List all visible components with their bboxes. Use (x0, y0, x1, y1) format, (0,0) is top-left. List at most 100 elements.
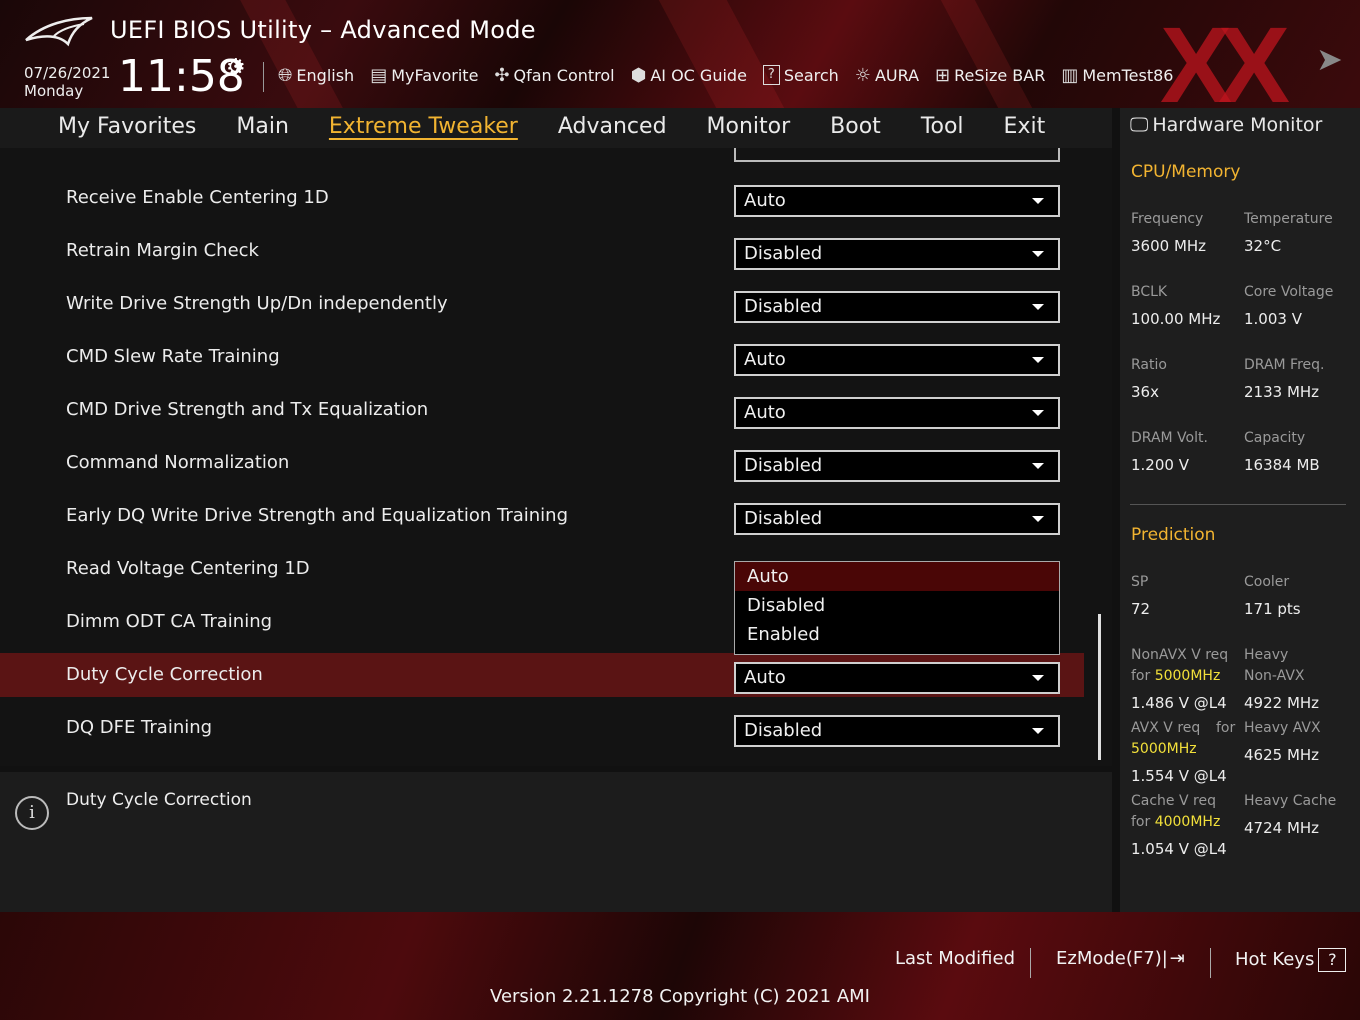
setting-row[interactable]: Command Normalization Disabled (0, 441, 1084, 485)
footer-bar: Last Modified EzMode(F7)| ⇥ Hot Keys? Ver… (0, 912, 1360, 1020)
hardware-monitor-panel: 🖵︎ Hardware Monitor CPU/Memory Frequency… (1120, 108, 1360, 912)
ai-chip-icon: ⬢ (630, 64, 647, 86)
chevron-down-icon (1032, 410, 1044, 416)
myfavorite-button[interactable]: ▤ MyFavorite (370, 65, 478, 86)
dropdown-option[interactable]: Auto (735, 562, 1059, 591)
setting-select[interactable]: Disabled (734, 238, 1060, 270)
last-modified-button[interactable]: Last Modified (895, 948, 1015, 969)
capacity-value: 16384 MB (1244, 456, 1320, 474)
setting-select[interactable]: Auto (734, 397, 1060, 429)
setting-label: CMD Slew Rate Training (66, 346, 280, 367)
setting-row[interactable]: CMD Slew Rate Training Auto (0, 335, 1084, 379)
setting-select[interactable]: Disabled (734, 450, 1060, 482)
ai-oc-guide-button[interactable]: ⬢ AI OC Guide (631, 65, 747, 86)
app-title: UEFI BIOS Utility – Advanced Mode (110, 16, 536, 44)
setting-select[interactable]: Disabled (734, 291, 1060, 323)
chevron-down-icon (1032, 516, 1044, 522)
dropdown-option[interactable]: Enabled (735, 620, 1059, 649)
setting-label: Duty Cycle Correction (66, 664, 263, 685)
dropdown-option-label: Auto (747, 566, 789, 587)
tab-main[interactable]: Main (216, 112, 309, 142)
qfan-control-label: Qfan Control (513, 65, 615, 85)
date-display: 07/26/2021 Monday (24, 64, 110, 100)
setting-label: DQ DFE Training (66, 717, 213, 738)
hardware-monitor-header: 🖵︎ Hardware Monitor (1130, 114, 1322, 136)
bclk-label: BCLK (1131, 284, 1168, 300)
capacity-label: Capacity (1244, 430, 1306, 446)
select-value: Disabled (744, 508, 823, 529)
tab-exit[interactable]: Exit (984, 112, 1066, 142)
setting-row[interactable]: Receive Enable Centering 1D Auto (0, 176, 1084, 220)
cooler-label: Cooler (1244, 574, 1290, 590)
resize-bar-label: ReSize BAR (954, 65, 1046, 85)
setting-select[interactable]: Disabled (734, 503, 1060, 535)
setting-row[interactable]: Early DQ Write Drive Strength and Equali… (0, 494, 1084, 538)
tab-tool[interactable]: Tool (901, 112, 984, 142)
search-label: Search (783, 65, 839, 85)
watermark-logo: XX (1160, 4, 1290, 109)
hardware-monitor-title: Hardware Monitor (1152, 114, 1323, 136)
day-text: Monday (24, 82, 84, 100)
select-value: Auto (744, 667, 786, 688)
memtest-button[interactable]: ▥ MemTest86 (1061, 65, 1173, 86)
setting-row-selected[interactable]: Duty Cycle Correction Auto (0, 653, 1084, 697)
setting-select[interactable]: Auto (734, 185, 1060, 217)
resize-bar-button[interactable]: ⊞ ReSize BAR (935, 65, 1045, 86)
setting-select[interactable]: Auto (734, 344, 1060, 376)
aura-button[interactable]: ☼ AURA (855, 65, 919, 86)
setting-select[interactable]: Disabled (734, 715, 1060, 747)
temperature-label: Temperature (1244, 211, 1333, 227)
hot-keys-button[interactable]: Hot Keys? (1235, 948, 1347, 972)
tab-boot[interactable]: Boot (810, 112, 901, 142)
avx-req-label: AVX V req (1131, 720, 1201, 736)
footer-divider (1030, 948, 1031, 978)
tab-my-favorites[interactable]: My Favorites (58, 112, 216, 142)
setting-label: Dimm ODT CA Training (66, 611, 273, 632)
sp-label: SP (1131, 574, 1149, 590)
globe-icon: 🌐︎ (278, 64, 293, 86)
cache-value: 1.054 V @L4 (1131, 840, 1227, 858)
dram-volt-value: 1.200 V (1131, 456, 1189, 474)
select-value: Auto (744, 190, 786, 211)
help-key-icon: ? (1318, 948, 1347, 972)
ezmode-button[interactable]: EzMode(F7)| ⇥ (1056, 948, 1185, 969)
chevron-down-icon (1032, 198, 1044, 204)
setting-row[interactable]: CMD Drive Strength and Tx Equalization A… (0, 388, 1084, 432)
setting-row[interactable]: Retrain Margin Check Disabled (0, 229, 1084, 273)
toolbar: 🌐︎ English ▤ MyFavorite ✣ Qfan Control ⬢… (278, 62, 1173, 88)
dropdown-option-label: Disabled (747, 595, 826, 616)
setting-label: CMD Drive Strength and Tx Equalization (66, 399, 429, 420)
cache-for: for (1131, 814, 1151, 830)
ratio-value: 36x (1131, 383, 1159, 401)
dropdown-option[interactable]: Disabled (735, 591, 1059, 620)
send-icon: ➤ (1316, 40, 1343, 78)
language-button[interactable]: 🌐︎ English (278, 65, 354, 86)
nonavx-req-label: NonAVX V req (1131, 647, 1229, 663)
settings-list: Receive Enable Centering 1D Auto Retrain… (0, 148, 1112, 766)
prediction-title: Prediction (1131, 525, 1216, 545)
cache-freq: 4000MHz (1154, 814, 1221, 830)
bclk-value: 100.00 MHz (1131, 310, 1221, 328)
chevron-down-icon (1032, 251, 1044, 257)
tab-monitor[interactable]: Monitor (687, 112, 811, 142)
tab-advanced[interactable]: Advanced (538, 112, 687, 142)
heavy-cache-label: Heavy Cache (1244, 793, 1337, 809)
myfavorite-label: MyFavorite (391, 65, 479, 85)
setting-row[interactable]: DQ DFE Training Disabled (0, 706, 1084, 750)
search-button[interactable]: ? Search (762, 65, 839, 85)
cache-for-line: for 4000MHz (1131, 814, 1220, 830)
setting-label: Retrain Margin Check (66, 240, 259, 261)
setting-select[interactable]: Auto (734, 662, 1060, 694)
setting-row[interactable]: Write Drive Strength Up/Dn independently… (0, 282, 1084, 326)
avx-value: 1.554 V @L4 (1131, 767, 1227, 785)
scrollbar[interactable] (1098, 614, 1101, 760)
info-icon: i (15, 796, 49, 830)
tab-extreme-tweaker[interactable]: Extreme Tweaker (309, 112, 538, 142)
memory-icon: ▥ (1061, 64, 1079, 86)
qfan-control-button[interactable]: ✣ Qfan Control (494, 65, 614, 86)
select-value: Auto (744, 349, 786, 370)
aura-label: AURA (874, 65, 920, 85)
ai-oc-guide-label: AI OC Guide (650, 65, 747, 85)
header-bar: UEFI BIOS Utility – Advanced Mode 07/26/… (0, 0, 1360, 108)
gear-icon[interactable]: ⚙ (226, 55, 246, 80)
